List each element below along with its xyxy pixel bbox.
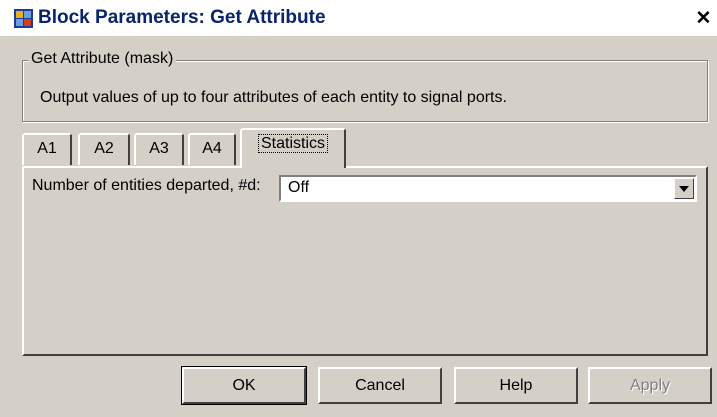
chevron-down-icon[interactable] [674, 178, 694, 199]
tab-a1-label: A1 [37, 140, 57, 157]
tab-a3[interactable]: A3 [134, 133, 184, 165]
tab-a1[interactable]: A1 [22, 133, 72, 165]
tab-statistics-label: Statistics [257, 134, 328, 153]
tab-a4[interactable]: A4 [188, 133, 236, 165]
help-button[interactable]: Help [454, 367, 578, 404]
mask-description: Output values of up to four attributes o… [40, 89, 507, 106]
window-title: Block Parameters: Get Attribute [38, 7, 326, 28]
departed-select-value: Off [288, 179, 310, 196]
simulink-block-icon [14, 9, 33, 28]
tab-a2[interactable]: A2 [78, 133, 130, 165]
departed-label: Number of entities departed, #d: [32, 177, 261, 194]
ok-button[interactable]: OK [182, 367, 306, 404]
cancel-button[interactable]: Cancel [318, 367, 442, 404]
close-icon[interactable]: ✕ [694, 9, 713, 28]
tab-statistics[interactable]: Statistics [240, 128, 346, 168]
title-bar: Block Parameters: Get Attribute ✕ [0, 0, 717, 36]
mask-group-legend: Get Attribute (mask) [28, 50, 177, 68]
tab-a3-label: A3 [149, 140, 169, 157]
tab-a2-label: A2 [94, 140, 114, 157]
tab-a4-label: A4 [202, 140, 222, 157]
apply-button[interactable]: Apply [588, 367, 712, 404]
departed-select[interactable]: Off [279, 175, 697, 202]
